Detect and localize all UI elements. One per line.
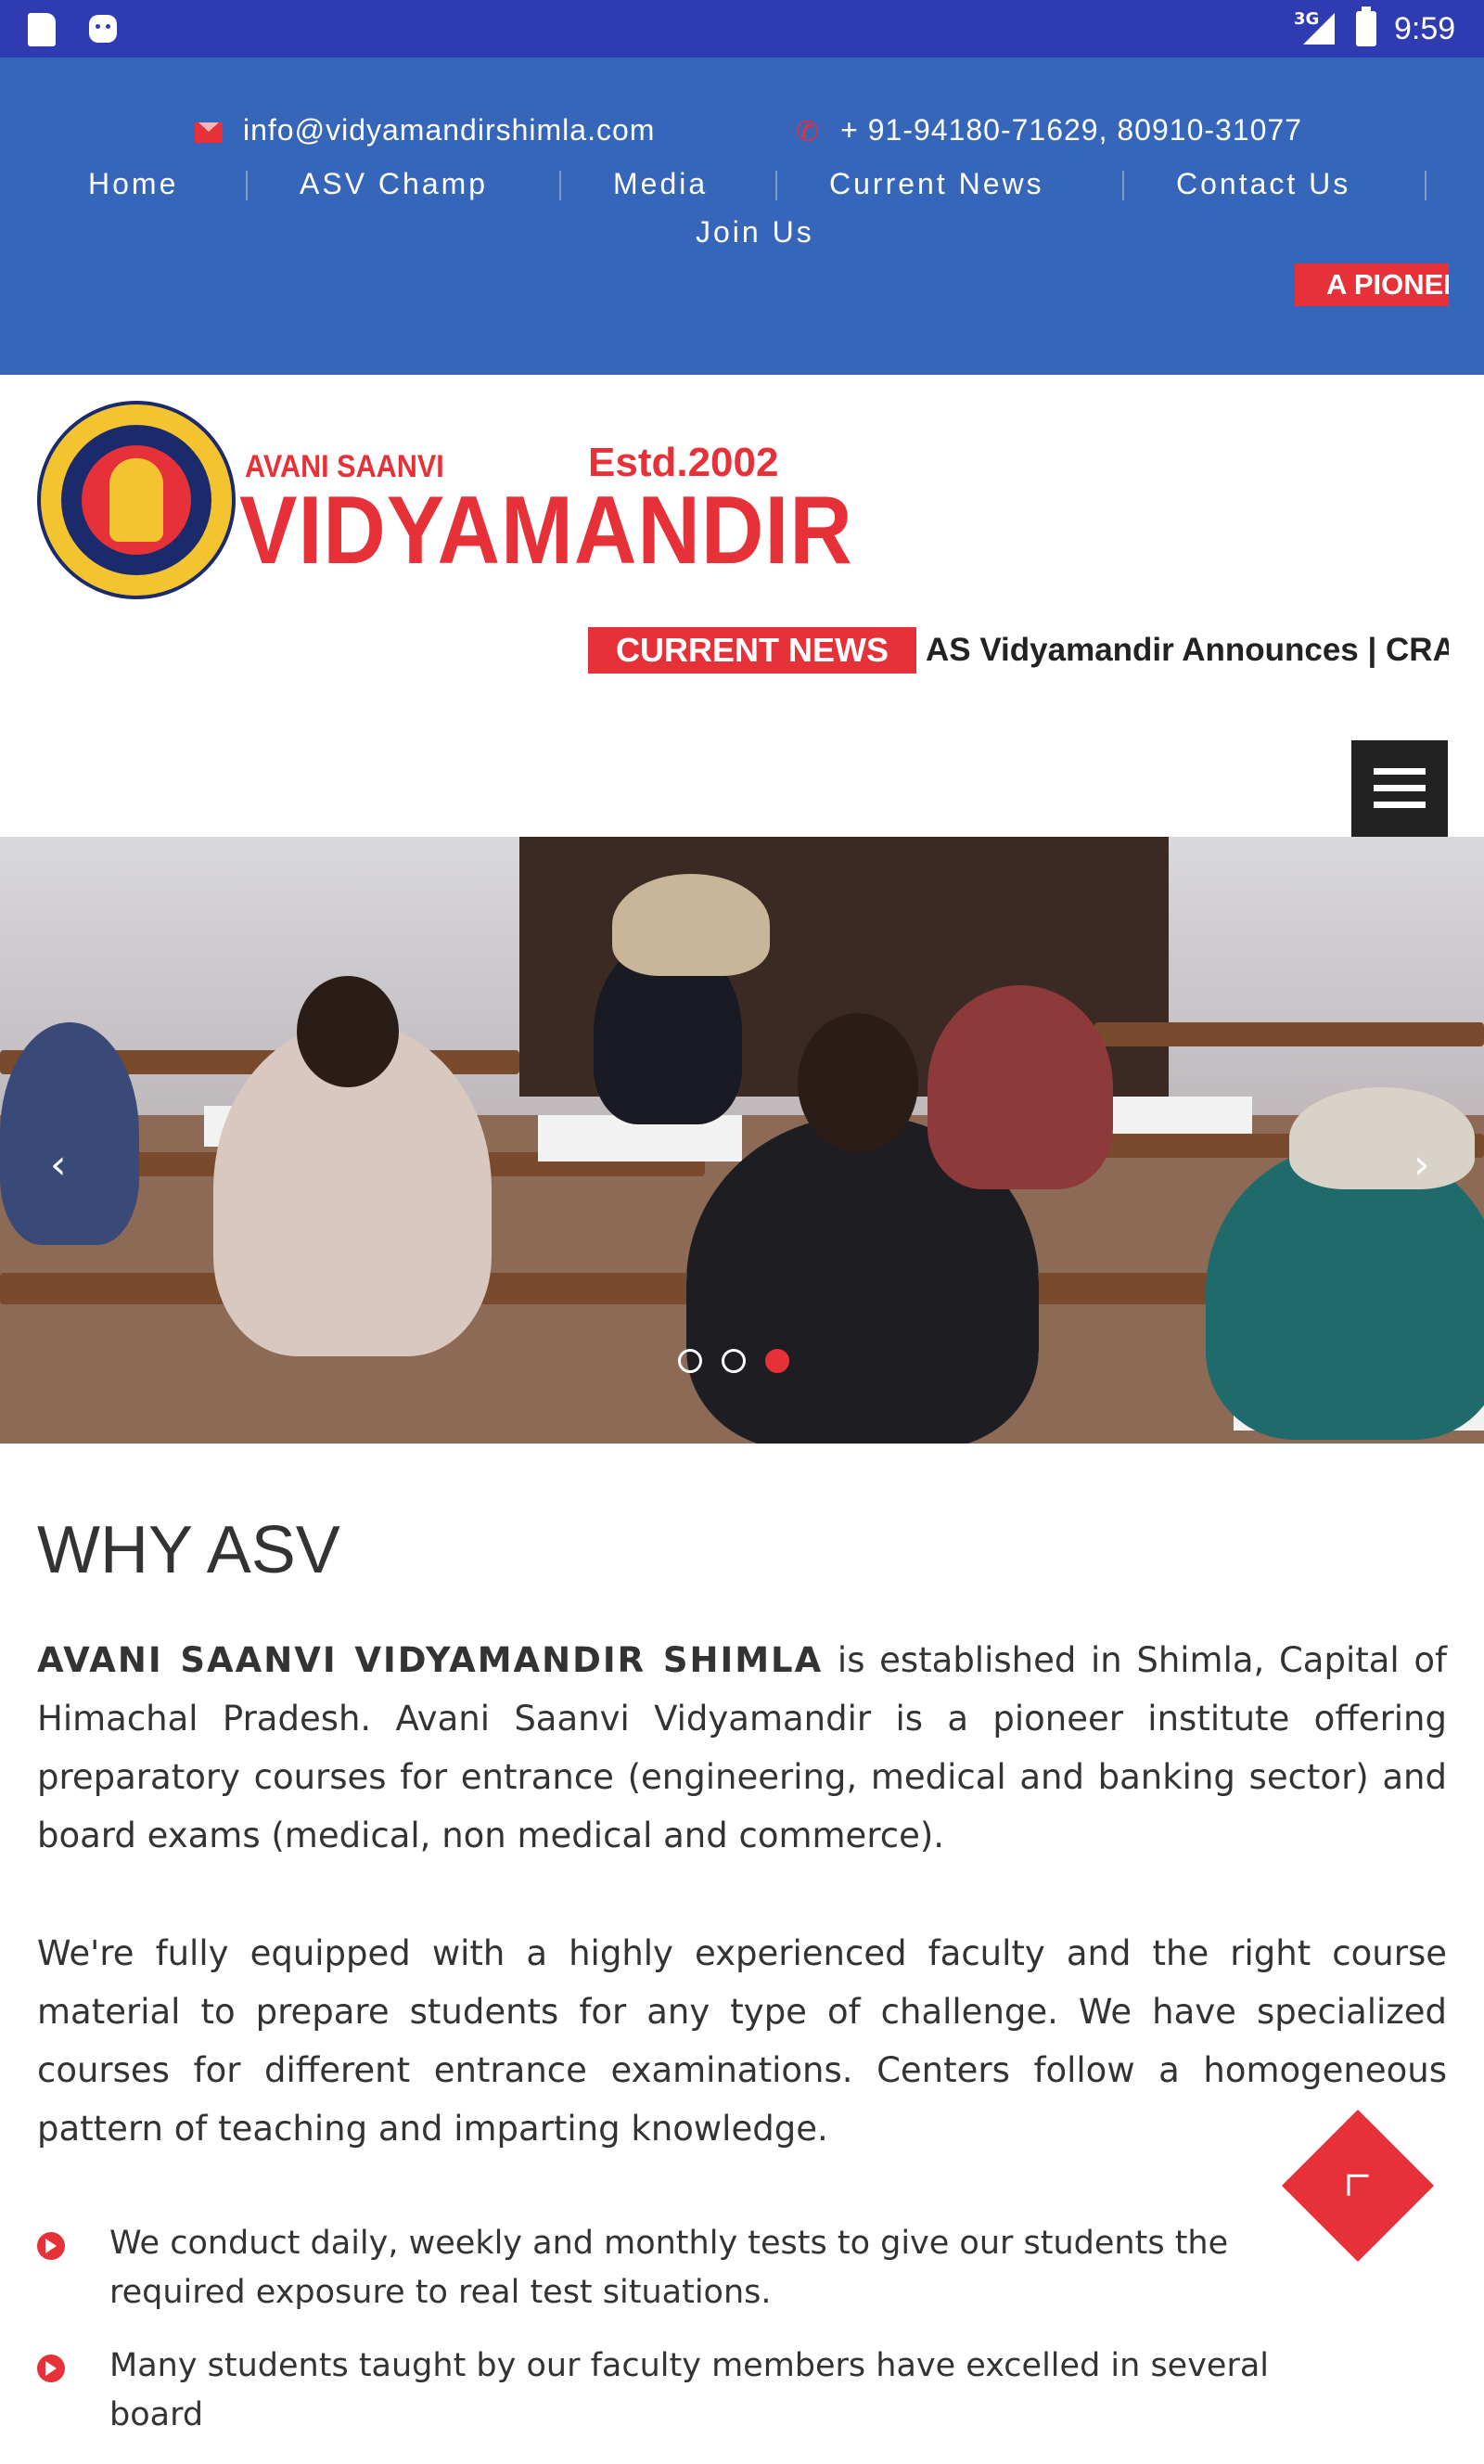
- email-text[interactable]: info@vidyamandirshimla.com: [243, 113, 655, 147]
- invigilator: [612, 874, 770, 976]
- faculty-paragraph: We're fully equipped with a highly exper…: [37, 1933, 1447, 2149]
- list-item: We conduct daily, weekly and monthly tes…: [37, 2219, 1336, 2317]
- slider-prev-icon[interactable]: ‹: [50, 1141, 67, 1188]
- menu-line: [1374, 802, 1426, 808]
- envelope-icon: [195, 122, 223, 143]
- section-title: WHY ASV: [37, 1513, 340, 1587]
- current-news-ticker[interactable]: AS Vidyamandir Announces | CRASH COURSE: [926, 627, 1449, 674]
- student: [0, 1022, 139, 1245]
- emblem-figure: [109, 458, 163, 542]
- chevron-up-icon: [1347, 2174, 1369, 2196]
- current-news-label: CURRENT NEWS: [588, 627, 916, 674]
- nav-divider: [246, 171, 248, 200]
- desk: [1094, 1022, 1484, 1046]
- slider-dot-1[interactable]: [678, 1349, 702, 1373]
- list-item-text: We conduct daily, weekly and monthly tes…: [109, 2225, 1229, 2311]
- signal-icon: [1303, 13, 1335, 45]
- sd-card-icon: [28, 13, 56, 46]
- school-emblem-logo[interactable]: [37, 401, 236, 599]
- header-phone[interactable]: ✆ + 91-94180-71629, 80910-31077: [796, 113, 1302, 148]
- hero-slider[interactable]: ‹ ›: [0, 837, 1484, 1444]
- nav-asv-champ[interactable]: ASV Champ: [300, 167, 488, 201]
- list-item: Many students taught by our faculty memb…: [37, 2342, 1336, 2440]
- nav-media[interactable]: Media: [613, 167, 708, 201]
- header-email[interactable]: info@vidyamandirshimla.com: [195, 113, 655, 148]
- nav-divider: [1122, 171, 1124, 200]
- battery-icon: [1356, 6, 1376, 46]
- student-head: [798, 1013, 918, 1152]
- nav-home[interactable]: Home: [88, 167, 178, 201]
- slider-dot-2[interactable]: [722, 1349, 746, 1373]
- arrow-circle-icon: [37, 2355, 65, 2382]
- clock: 9:59: [1394, 11, 1456, 46]
- intro-paragraph: AVANI SAANVI VIDYAMANDIR SHIMLA is estab…: [37, 1631, 1447, 1865]
- phone-icon: ✆: [796, 117, 821, 148]
- menu-line: [1374, 785, 1426, 791]
- logo-wordmark[interactable]: VIDYAMANDIR: [239, 482, 853, 579]
- menu-toggle-button[interactable]: [1351, 740, 1448, 837]
- phone-text[interactable]: + 91-94180-71629, 80910-31077: [840, 113, 1302, 147]
- nav-divider: [559, 171, 561, 200]
- nav-join-us[interactable]: Join Us: [696, 215, 814, 250]
- slider-dot-3[interactable]: [765, 1349, 789, 1373]
- tagline-ticker: A PIONEER: [1295, 263, 1449, 306]
- android-icon: [89, 15, 117, 43]
- menu-line: [1374, 768, 1426, 775]
- nav-divider: [775, 171, 777, 200]
- slider-next-icon[interactable]: ›: [1414, 1141, 1430, 1188]
- list-item-text: Many students taught by our faculty memb…: [109, 2347, 1270, 2433]
- top-header: info@vidyamandirshimla.com ✆ + 91-94180-7…: [0, 58, 1484, 375]
- student-head: [297, 976, 399, 1087]
- student: [928, 985, 1113, 1189]
- school-name: AVANI SAANVI VIDYAMANDIR SHIMLA: [37, 1640, 824, 1680]
- nav-contact-us[interactable]: Contact Us: [1176, 167, 1350, 201]
- feature-list: We conduct daily, weekly and monthly tes…: [37, 2219, 1336, 2464]
- nav-divider: [1425, 171, 1426, 200]
- status-bar: 3G 9:59: [0, 0, 1484, 58]
- paper: [1104, 1097, 1252, 1134]
- nav-current-news[interactable]: Current News: [829, 167, 1044, 201]
- student-hood: [1289, 1087, 1475, 1189]
- arrow-circle-icon: [37, 2232, 65, 2260]
